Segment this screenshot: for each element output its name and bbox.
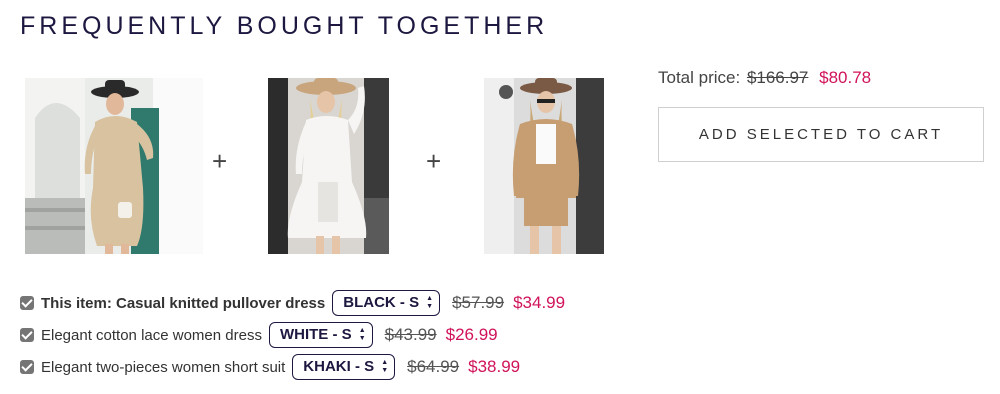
item-checkbox[interactable] xyxy=(20,360,34,374)
product-image-lace-dress[interactable] xyxy=(268,78,389,254)
list-item: This item: Casual knitted pullover dress… xyxy=(20,289,565,317)
total-price-label: Total price: xyxy=(658,68,741,87)
total-original-price: $166.97 xyxy=(746,68,809,87)
item-name: This item: Casual knitted pullover dress xyxy=(41,294,326,312)
variant-select[interactable]: WHITE - S ▲ ▼ xyxy=(268,322,373,348)
add-selected-to-cart-button[interactable]: ADD SELECTED TO CART xyxy=(658,107,984,162)
item-original-price: $64.99 xyxy=(407,357,460,376)
variant-select[interactable]: KHAKI - S ▲ ▼ xyxy=(292,354,396,380)
item-sale-price: $26.99 xyxy=(445,325,498,344)
variant-select-value: KHAKI - S xyxy=(303,358,375,375)
plus-separator: + xyxy=(212,146,228,176)
item-sale-price: $38.99 xyxy=(468,357,521,376)
item-sale-price: $34.99 xyxy=(513,293,566,312)
item-name: Elegant two-pieces women short suit xyxy=(41,358,286,376)
variant-select-value: BLACK - S xyxy=(343,294,420,311)
item-name: Elegant cotton lace women dress xyxy=(41,326,262,344)
product-image-short-suit[interactable] xyxy=(484,78,604,254)
plus-separator: + xyxy=(426,146,442,176)
section-title: FREQUENTLY BOUGHT TOGETHER xyxy=(20,12,549,40)
total-sale-price: $80.78 xyxy=(819,68,872,87)
variant-select[interactable]: BLACK - S ▲ ▼ xyxy=(332,290,441,316)
item-original-price: $43.99 xyxy=(384,325,437,344)
variant-select-value: WHITE - S xyxy=(279,326,352,343)
list-item: Elegant cotton lace women dress WHITE - … xyxy=(20,321,498,349)
select-arrows-icon: ▲ ▼ xyxy=(426,295,434,310)
item-checkbox[interactable] xyxy=(20,328,34,342)
product-image-knit-dress[interactable] xyxy=(25,78,203,254)
select-arrows-icon: ▲ ▼ xyxy=(381,359,389,374)
item-original-price: $57.99 xyxy=(452,293,505,312)
select-arrows-icon: ▲ ▼ xyxy=(358,327,366,342)
total-price: Total price: $166.97 $80.78 xyxy=(658,68,871,88)
item-checkbox[interactable] xyxy=(20,296,34,310)
list-item: Elegant two-pieces women short suit KHAK… xyxy=(20,353,520,381)
